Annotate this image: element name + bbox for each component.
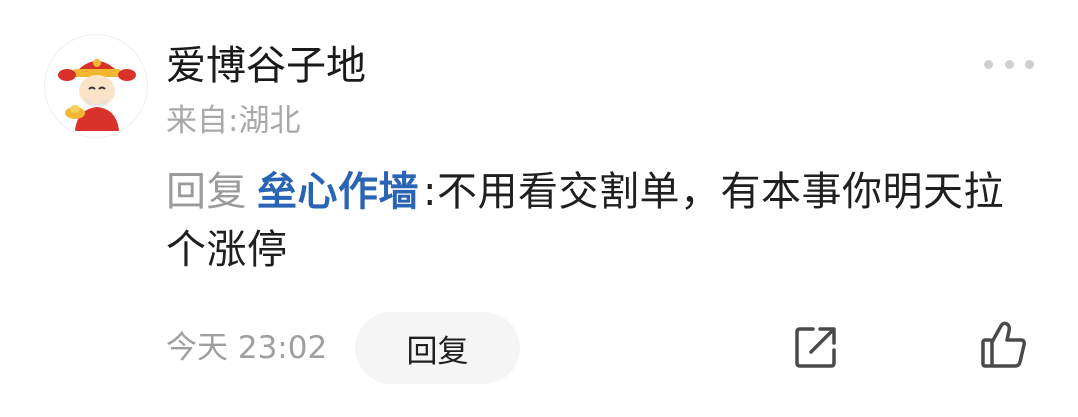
dot bbox=[1025, 59, 1034, 69]
timestamp: 今天 23:02 bbox=[166, 330, 328, 366]
thumbs-up-icon[interactable] bbox=[980, 320, 1028, 370]
dot bbox=[984, 59, 993, 69]
username[interactable]: 爱博谷子地 bbox=[166, 38, 366, 94]
share-external-icon[interactable] bbox=[793, 324, 839, 370]
dot bbox=[1004, 59, 1014, 69]
reply-prefix: 回复 bbox=[166, 169, 247, 215]
comment-item: 爱博谷子地 来自:湖北 回复 垒心作墙:不用看交割单，有本事你明天拉个涨停 今天 … bbox=[0, 0, 1078, 417]
reply-button[interactable]: 回复 bbox=[355, 312, 520, 384]
location-label: 来自:湖北 bbox=[166, 103, 301, 139]
caishen-avatar-icon bbox=[58, 59, 136, 131]
reply-target-link[interactable]: 垒心作墙 bbox=[257, 169, 419, 215]
comment-content: 回复 垒心作墙:不用看交割单，有本事你明天拉个涨停 bbox=[166, 163, 1036, 279]
reply-separator: : bbox=[423, 169, 437, 215]
more-dots-icon[interactable] bbox=[984, 52, 1034, 76]
avatar[interactable] bbox=[44, 34, 148, 138]
